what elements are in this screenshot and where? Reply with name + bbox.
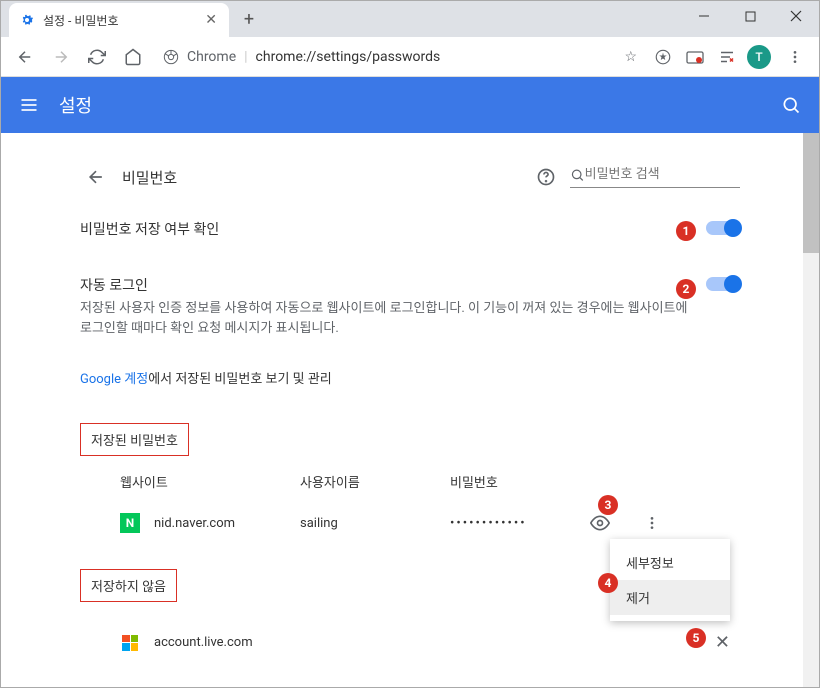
reload-button[interactable] <box>81 41 113 73</box>
password-masked: •••••••••••• <box>450 516 590 531</box>
section-never-saved: 저장하지 않음 <box>80 569 177 602</box>
password-search[interactable] <box>570 167 740 188</box>
close-icon[interactable]: ✕ <box>203 10 219 30</box>
window-titlebar: 설정 - 비밀번호 ✕ + <box>1 1 819 37</box>
site-favicon-microsoft <box>120 633 140 653</box>
setting-description: 저장된 사용자 인증 정보를 사용하여 자동으로 웹사이트에 로그인합니다. 이… <box>80 299 690 338</box>
menu-remove[interactable]: 제거 <box>610 580 730 615</box>
show-password-icon[interactable] <box>590 513 614 533</box>
browser-menu-button[interactable] <box>779 41 811 73</box>
content-area: 비밀번호 비밀번호 저장 여부 확인 1 자동 로그인 저장된 사용자 인증 정… <box>1 133 819 687</box>
more-actions-button[interactable] <box>644 515 668 531</box>
toggle-auto-signin[interactable] <box>706 277 740 291</box>
extension-icon-3[interactable] <box>715 45 739 69</box>
menu-details[interactable]: 세부정보 <box>610 545 730 580</box>
search-input[interactable] <box>585 167 740 182</box>
profile-avatar[interactable]: T <box>747 45 771 69</box>
site-favicon-naver: N <box>120 513 140 533</box>
tab-title: 설정 - 비밀번호 <box>43 12 195 29</box>
hamburger-menu-icon[interactable] <box>17 93 41 117</box>
toggle-offer-save[interactable] <box>706 221 740 235</box>
saved-password-row: N nid.naver.com sailing •••••••••••• 3 세… <box>80 501 740 545</box>
url-field[interactable]: Chrome | chrome://settings/passwords ☆ <box>153 49 647 65</box>
url-scheme: Chrome <box>187 49 236 65</box>
back-arrow-button[interactable] <box>80 161 112 193</box>
google-account-link[interactable]: Google 계정 <box>80 372 148 387</box>
table-header: 웹사이트 사용자이름 비밀번호 <box>80 456 740 501</box>
help-icon[interactable] <box>534 165 558 189</box>
scrollbar[interactable] <box>803 133 819 687</box>
bookmark-star-icon[interactable]: ☆ <box>624 49 637 65</box>
chrome-icon <box>163 49 179 65</box>
app-title: 설정 <box>59 92 92 118</box>
minimize-button[interactable] <box>681 1 727 31</box>
remove-never-icon[interactable]: ✕ <box>715 632 730 653</box>
column-password: 비밀번호 <box>450 472 600 491</box>
search-icon <box>570 167 585 183</box>
setting-label: 자동 로그인 <box>80 275 690 295</box>
page-title: 비밀번호 <box>122 167 177 188</box>
new-tab-button[interactable]: + <box>235 5 263 33</box>
annotation-badge-4: 4 <box>598 573 618 593</box>
forward-button[interactable] <box>45 41 77 73</box>
url-path: chrome://settings/passwords <box>256 49 441 65</box>
annotation-badge-5: 5 <box>686 628 706 648</box>
row-menu-dropdown: 세부정보 4 제거 <box>610 539 730 621</box>
never-saved-row: account.live.com 5 ✕ <box>80 620 740 665</box>
site-name[interactable]: account.live.com <box>154 635 253 650</box>
site-name[interactable]: nid.naver.com <box>154 516 300 531</box>
extension-icon-2[interactable] <box>683 45 707 69</box>
browser-tab[interactable]: 설정 - 비밀번호 ✕ <box>9 3 229 37</box>
annotation-badge-2: 2 <box>676 279 696 299</box>
annotation-badge-1: 1 <box>676 221 696 241</box>
window-controls <box>681 1 819 31</box>
gear-icon <box>19 12 35 28</box>
username-value: sailing <box>300 516 450 531</box>
column-website: 웹사이트 <box>120 472 300 491</box>
page-header: 비밀번호 <box>80 153 740 201</box>
setting-auto-signin: 자동 로그인 저장된 사용자 인증 정보를 사용하여 자동으로 웹사이트에 로그… <box>80 257 740 356</box>
app-bar: 설정 <box>1 77 819 133</box>
address-bar: Chrome | chrome://settings/passwords ☆ T <box>1 37 819 77</box>
close-window-button[interactable] <box>773 1 819 31</box>
extension-icon-1[interactable] <box>651 45 675 69</box>
setting-label: 비밀번호 저장 여부 확인 <box>80 219 690 239</box>
scroll-thumb[interactable] <box>803 133 819 253</box>
annotation-badge-3: 3 <box>598 495 618 515</box>
home-button[interactable] <box>117 41 149 73</box>
section-saved-passwords: 저장된 비밀번호 <box>80 423 189 456</box>
back-button[interactable] <box>9 41 41 73</box>
column-username: 사용자이름 <box>300 472 450 491</box>
google-account-link-row: Google 계정에서 저장된 비밀번호 보기 및 관리 <box>80 356 740 399</box>
maximize-button[interactable] <box>727 1 773 31</box>
setting-offer-save: 비밀번호 저장 여부 확인 1 <box>80 201 740 257</box>
search-icon[interactable] <box>779 93 803 117</box>
